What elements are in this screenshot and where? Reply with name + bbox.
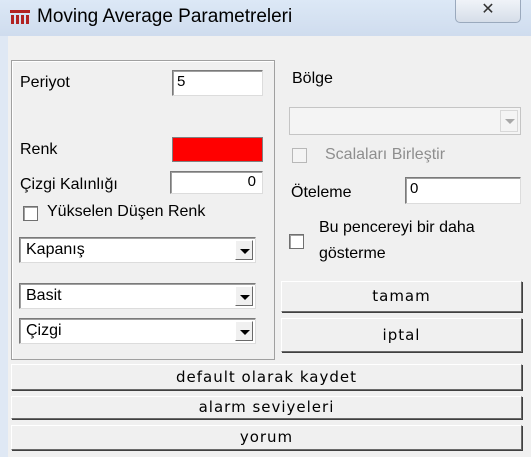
default-olarak-kaydet-button[interactable]: default olarak kaydet [11,364,522,390]
bu-pencere-label-line1: Bu pencereyi bir daha [319,219,475,236]
yorum-button[interactable]: yorum [11,425,522,450]
title-bar[interactable]: Moving Average Parametreleri ✕ [0,0,531,36]
oteleme-label: Öteleme [291,184,352,201]
cizgi-select-value: Çizgi [26,322,62,339]
periyot-label: Periyot [20,74,70,91]
cizgi-select[interactable]: Çizgi [19,318,256,344]
iptal-button[interactable]: iptal [281,318,522,352]
cizgi-kalinligi-label: Çizgi Kalınlığı [20,176,118,193]
chevron-down-icon[interactable] [235,321,253,341]
periyot-input[interactable]: 5 [172,70,263,96]
scalalari-label: Scalaları Birleştir [325,146,446,163]
yukselen-dusen-checkbox[interactable] [23,206,38,221]
bolge-label: Bölge [292,70,333,87]
alarm-seviyeleri-button[interactable]: alarm seviyeleri [11,396,522,419]
kapanis-select-value: Kapanış [26,241,85,258]
app-chart-icon [10,10,30,24]
scalalari-checkbox[interactable] [292,148,307,163]
close-button[interactable]: ✕ [455,0,521,23]
tamam-button[interactable]: tamam [281,281,522,312]
bu-pencere-label-line2: gösterme [319,245,386,262]
bolge-select[interactable] [289,107,521,135]
close-icon: ✕ [481,1,495,18]
window-title: Moving Average Parametreleri [37,6,293,27]
renk-color-swatch[interactable] [172,137,263,162]
oteleme-input[interactable]: 0 [405,177,521,204]
yukselen-dusen-label: Yükselen Düşen Renk [47,203,206,220]
cizgi-kalinligi-input[interactable]: 0 [170,171,263,194]
basit-select-value: Basit [26,287,62,304]
chevron-down-icon[interactable] [235,286,253,306]
chevron-down-icon[interactable] [235,240,253,260]
kapanis-select[interactable]: Kapanış [19,237,256,263]
chevron-down-icon[interactable] [500,110,518,132]
renk-label: Renk [20,141,58,158]
bu-pencere-checkbox[interactable] [289,234,304,249]
basit-select[interactable]: Basit [19,283,256,309]
